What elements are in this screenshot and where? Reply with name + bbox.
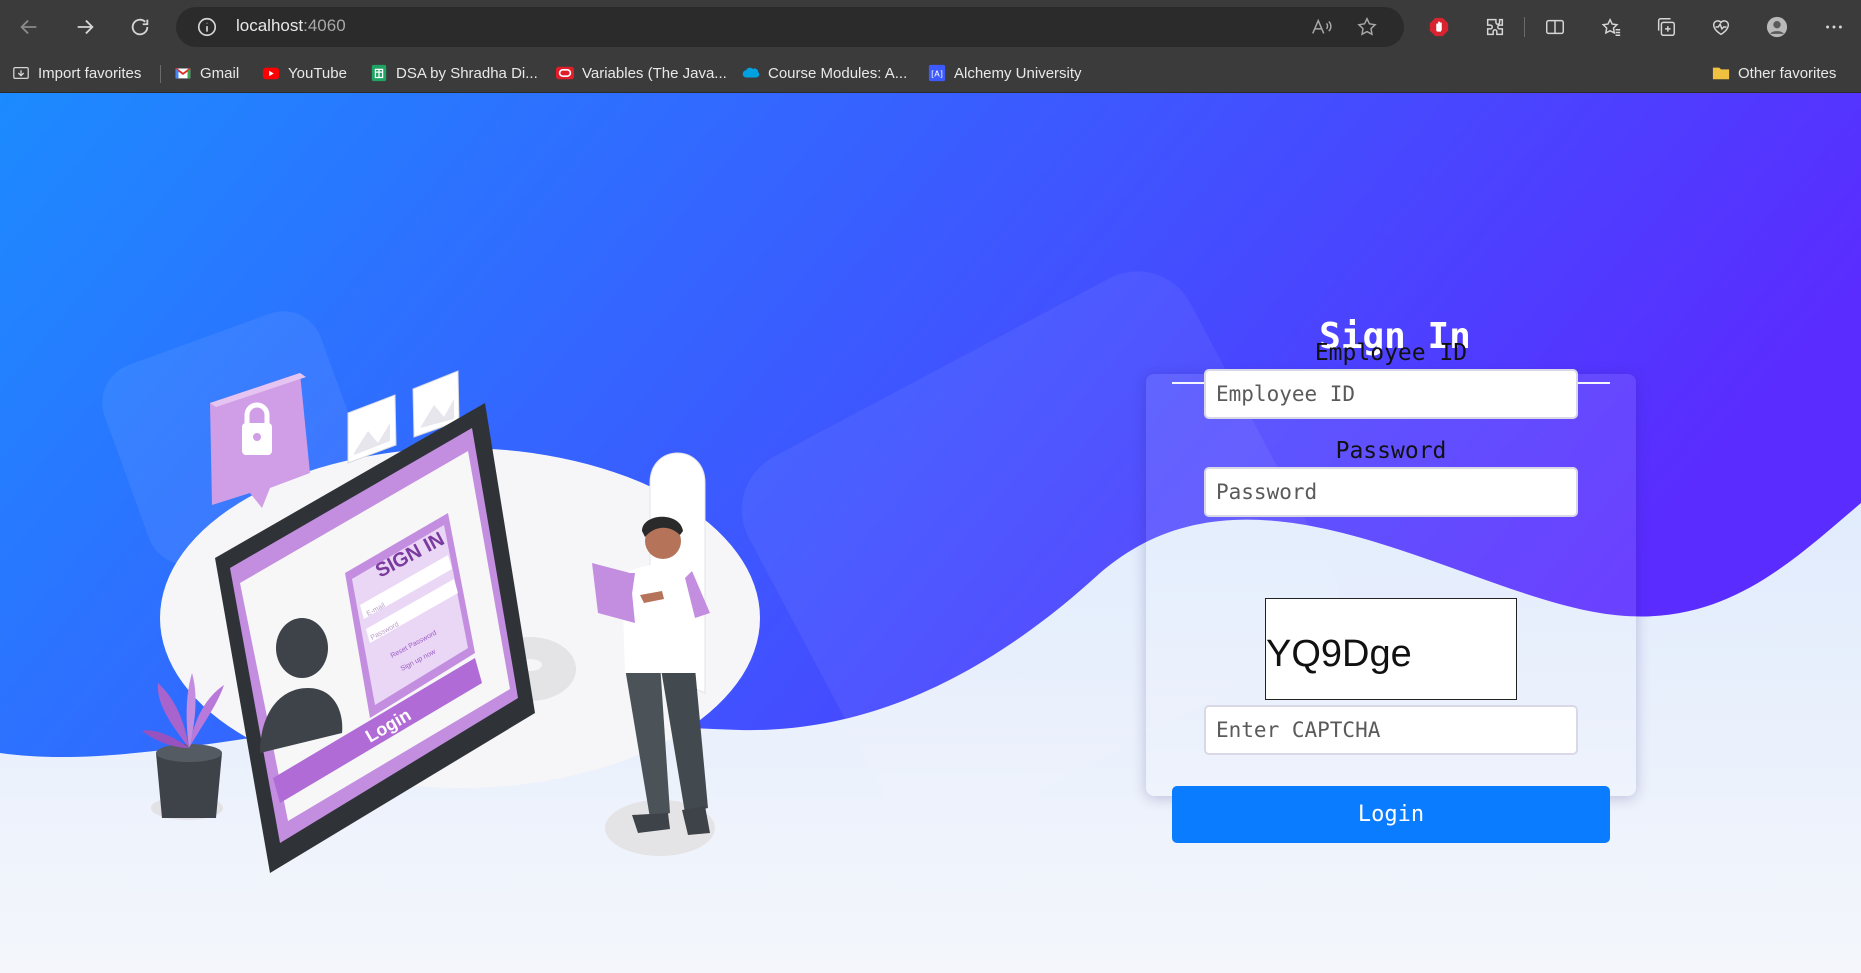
browser-essentials-icon[interactable] — [1702, 8, 1740, 46]
gmail-icon — [175, 67, 191, 79]
bookmark-label: Import favorites — [38, 64, 142, 82]
salesforce-icon — [742, 67, 760, 78]
url-port: :4060 — [303, 16, 346, 35]
favorites-icon[interactable] — [1592, 8, 1630, 46]
bookmarks-bar: Import favorites Gmail YouTube DSA by Sh… — [0, 54, 1861, 93]
read-aloud-icon[interactable] — [1310, 16, 1332, 38]
alchemy-icon: [A] — [928, 64, 946, 82]
password-label: Password — [1335, 438, 1447, 464]
employee-id-label: Employee ID — [1314, 340, 1468, 366]
extensions-icon[interactable] — [1476, 8, 1514, 46]
bookmark-label: Variables (The Java... — [582, 64, 727, 82]
bookmark-gmail[interactable]: Gmail — [174, 61, 239, 85]
bookmark-label: DSA by Shradha Di... — [396, 64, 538, 82]
more-menu-icon[interactable] — [1815, 8, 1853, 46]
other-favorites-label: Other favorites — [1738, 64, 1837, 82]
back-icon[interactable] — [10, 8, 48, 46]
adblock-extension-icon[interactable] — [1420, 8, 1458, 46]
captcha-text: YQ9Dge — [1266, 633, 1412, 675]
oracle-icon — [556, 66, 574, 80]
bookmark-label: YouTube — [288, 64, 347, 82]
login-button[interactable]: Login — [1172, 786, 1610, 843]
collections-icon[interactable] — [1647, 8, 1685, 46]
url-host: localhost — [236, 16, 304, 35]
bookmark-java-variables[interactable]: Variables (The Java... — [556, 61, 727, 85]
bookmark-alchemy-university[interactable]: [A] Alchemy University — [928, 61, 1082, 85]
sign-in-illustration: SIGN IN E-mail Password Reset Password S… — [142, 370, 760, 873]
browser-toolbar: localhost:4060 — [0, 0, 1861, 54]
url-text[interactable]: localhost:4060 — [236, 16, 346, 36]
bookmark-label: Gmail — [200, 64, 240, 82]
profile-avatar-icon[interactable] — [1758, 8, 1796, 46]
bookmarks-divider — [160, 65, 161, 83]
refresh-icon[interactable] — [121, 8, 159, 46]
sheets-icon — [371, 64, 387, 82]
bookmark-import-favorites[interactable]: Import favorites — [12, 61, 141, 85]
bookmark-dsa-sheet[interactable]: DSA by Shradha Di... — [370, 61, 538, 85]
bookmark-label: Alchemy University — [954, 64, 1082, 82]
toolbar-divider — [1524, 17, 1525, 37]
favorite-star-icon[interactable] — [1356, 16, 1378, 38]
bookmark-other-favorites[interactable]: Other favorites — [1712, 61, 1836, 85]
password-input[interactable] — [1204, 467, 1578, 517]
bookmark-course-modules[interactable]: Course Modules: A... — [742, 61, 907, 85]
page-content: SIGN IN E-mail Password Reset Password S… — [0, 93, 1861, 973]
import-icon — [13, 66, 29, 80]
bookmark-label: Course Modules: A... — [768, 64, 908, 82]
split-screen-icon[interactable] — [1536, 8, 1574, 46]
folder-icon — [1712, 67, 1730, 80]
site-info-icon[interactable] — [196, 16, 218, 38]
youtube-icon — [262, 67, 280, 80]
svg-text:[A]: [A] — [931, 69, 943, 79]
employee-id-input[interactable] — [1204, 369, 1578, 419]
address-bar[interactable]: localhost:4060 — [176, 7, 1404, 47]
captcha-image: YQ9Dge — [1265, 598, 1517, 700]
captcha-input[interactable] — [1204, 705, 1578, 755]
forward-icon[interactable] — [66, 8, 104, 46]
bookmark-youtube[interactable]: YouTube — [262, 61, 347, 85]
